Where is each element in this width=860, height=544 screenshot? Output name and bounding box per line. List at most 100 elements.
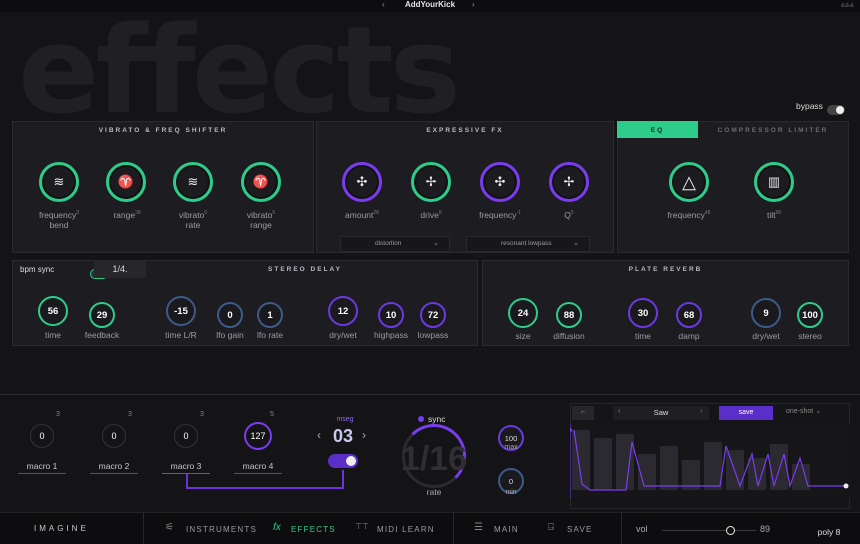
instruments-icon: ⚟ [165,522,174,533]
lfo-rate-knob[interactable]: 1 [257,302,283,328]
stereo-knob[interactable]: 100 [797,302,823,328]
reverb-drywet-label: dry/wet [752,331,780,341]
feedback-label: feedback [84,330,120,340]
vibrato-title: VIBRATO & FREQ SHIFTER [98,127,228,134]
volume-slider-track[interactable] [662,530,756,531]
delay-division-field[interactable]: 1/4. [94,260,146,278]
diffusion-label: diffusion [553,331,585,341]
midi-learn-button[interactable]: MIDI LEARN [377,525,435,534]
time-lr-knob[interactable]: -15 [166,296,196,326]
lfo-mode-dropdown[interactable]: one-shot ⌄ [786,407,848,415]
distortion-type-dropdown[interactable]: distortion ⌄ [340,236,450,252]
sync-dot[interactable] [418,416,424,422]
macro-4-knob[interactable]: 127 [244,422,272,450]
mseg-prev-button[interactable]: ‹ [317,428,321,442]
next-preset-button[interactable]: › [472,0,475,9]
macro-3-knob[interactable]: 0 [174,424,198,448]
drive-knob[interactable]: ✢ [411,162,451,202]
eq-frequency-label: frequency48 [667,209,711,220]
lfo-next-button[interactable]: › [700,406,703,415]
mseg-toggle[interactable] [328,454,358,468]
vibrato-range-label: range28 [113,209,141,220]
bottom-divider [143,513,144,544]
damp-label: damp [678,331,700,341]
rate-value: 1/16 [400,440,468,478]
lfo-prev-button[interactable]: ‹ [618,406,621,415]
bpm-sync-label: bpm sync [20,265,55,274]
delay-time-knob[interactable]: 56 [38,296,68,326]
vibrato-rate-knob[interactable]: ≋ [173,162,213,202]
tab-compressor[interactable]: COMPRESSOR LIMITER [700,127,846,134]
lfo-rate-label: lfo rate [257,330,283,340]
macro-4-count: 5 [270,411,274,418]
instruments-button[interactable]: INSTRUMENTS [186,525,257,534]
lfo-shape-selector[interactable]: Saw [613,406,709,420]
feedback-knob[interactable]: 29 [89,302,115,328]
macro-1-knob[interactable]: 0 [30,424,54,448]
save-button[interactable]: SAVE [567,525,593,534]
rate-sync-label: sync [428,414,446,424]
macro-2-label[interactable]: macro 2 [90,461,138,474]
time-lr-label: time L/R [165,330,197,340]
eq-frequency-knob[interactable]: △ [669,162,709,202]
reverb-title: PLATE REVERB [628,266,703,273]
eq-panel [617,121,849,253]
poly-selector[interactable]: poly 8 [804,525,854,539]
amount-knob[interactable]: ✣ [342,162,382,202]
volume-slider-thumb[interactable] [725,526,735,535]
delay-drywet-label: dry/wet [329,330,357,340]
drive-label: drive8 [420,209,442,220]
reverb-size-knob[interactable]: 24 [508,298,538,328]
tilt-knob[interactable]: ▥ [754,162,794,202]
macro-1-label[interactable]: macro 1 [18,461,66,474]
chevron-down-icon: ⌄ [433,240,439,247]
rate-min-label: min [505,489,517,496]
routing-line [342,470,344,489]
macro-3-count: 3 [200,411,204,418]
chevron-down-icon: ⌄ [815,408,822,415]
vibrato-frequency-label: frequency3 bend [38,209,80,230]
lfo-gain-knob[interactable]: 0 [217,302,243,328]
lfo-save-button[interactable]: save [719,406,773,420]
reverb-time-knob[interactable]: 30 [628,298,658,328]
sparkle-icon: ✢ [425,174,437,189]
lowpass-knob[interactable]: 72 [420,302,446,328]
rate-label: rate [426,487,442,497]
triangle-icon: △ [682,171,696,192]
reverb-time-label: time [634,331,652,341]
main-button[interactable]: MAIN [494,525,519,534]
exp-frequency-knob[interactable]: ✣ [480,162,520,202]
lfo-shape-menu[interactable]: ⌐ [572,406,594,420]
macro-divider [0,394,860,395]
bypass-toggle[interactable] [827,104,845,115]
effects-button[interactable]: EFFECTS [291,525,336,534]
macro-3-label[interactable]: macro 3 [162,461,210,474]
mseg-next-button[interactable]: › [362,428,366,442]
macro-2-knob[interactable]: 0 [102,424,126,448]
diffusion-knob[interactable]: 88 [556,302,582,328]
macro-2-count: 3 [128,411,132,418]
lowpass-label: lowpass [417,330,449,340]
damp-knob[interactable]: 68 [676,302,702,328]
exp-frequency-label: frequency-1 [479,209,521,220]
vibrato-range2-knob[interactable]: ♈ [241,162,281,202]
tab-eq-label: EQ [650,127,665,134]
sparkle-icon: ✣ [494,174,506,189]
chevron-down-icon: ⌄ [573,240,579,247]
vibrato-rate-label: vibrato0 rate [178,209,208,230]
expressive-title: EXPRESSIVE FX [426,127,504,134]
vibrato-frequency-knob[interactable]: ≋ [39,162,79,202]
imagine-logo: IMAGINE [34,524,89,533]
q-knob[interactable]: ✢ [549,162,589,202]
lfo-waveform[interactable] [570,424,850,498]
macro-4-label[interactable]: macro 4 [234,461,282,474]
filter-type-dropdown[interactable]: resonant lowpass ⌄ [466,236,590,252]
save-icon: ⍈ [548,522,554,533]
vibrato-range-knob[interactable]: ♈ [106,162,146,202]
highpass-knob[interactable]: 10 [378,302,404,328]
bottom-divider [621,513,622,544]
delay-drywet-knob[interactable]: 12 [328,296,358,326]
vibrato-range2-label: vibrato5 range [246,209,276,230]
reverb-drywet-knob[interactable]: 9 [751,298,781,328]
mseg-value[interactable]: 03 [328,426,358,447]
